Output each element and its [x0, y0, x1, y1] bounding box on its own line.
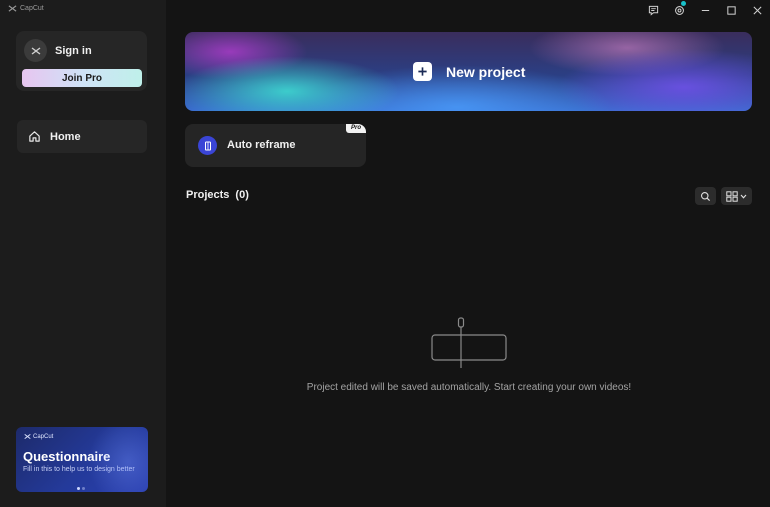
settings-icon — [674, 5, 684, 15]
promo-brand-label: CapCut — [33, 433, 54, 440]
settings-button[interactable] — [666, 0, 692, 20]
feedback-button[interactable] — [640, 0, 666, 20]
close-button[interactable] — [744, 0, 770, 20]
sidebar-item-home[interactable]: Home — [17, 120, 147, 153]
promo-text: Fill in this to help us to design better — [23, 466, 135, 473]
new-project-content: New project — [413, 62, 525, 81]
app-logo: CapCut — [8, 4, 44, 13]
pro-badge: Pro — [346, 124, 366, 133]
questionnaire-banner[interactable]: CapCut Questionnaire Fill in this to hel… — [16, 427, 148, 492]
promo-brand: CapCut — [24, 433, 53, 440]
sidebar: CapCut Sign in Join Pro Home CapCut Ques… — [0, 0, 166, 507]
window-controls — [640, 0, 770, 20]
app-name: CapCut — [20, 5, 44, 12]
maximize-button[interactable] — [718, 0, 744, 20]
avatar — [24, 39, 47, 62]
projects-title: Projects — [186, 189, 230, 201]
sign-in-label: Sign in — [55, 44, 92, 57]
minimize-button[interactable] — [692, 0, 718, 20]
auto-reframe-label: Auto reframe — [227, 139, 296, 151]
search-icon — [701, 191, 711, 201]
carousel-dot[interactable] — [82, 487, 85, 490]
sign-in-button[interactable]: Sign in — [24, 39, 92, 62]
join-pro-button[interactable]: Join Pro — [22, 69, 142, 87]
auto-reframe-icon — [198, 136, 217, 155]
search-projects-button[interactable] — [695, 187, 716, 205]
empty-projects-message: Project edited will be saved automatical… — [306, 382, 632, 393]
carousel-dot[interactable] — [77, 487, 80, 490]
new-project-label: New project — [446, 63, 526, 80]
projects-header: Projects (0) — [186, 189, 249, 201]
empty-projects-illustration — [431, 317, 507, 368]
feedback-icon — [648, 5, 658, 16]
sidebar-item-label: Home — [50, 130, 81, 143]
minimize-icon — [701, 9, 709, 11]
capcut-logo-icon — [8, 5, 17, 12]
carousel-dots[interactable] — [77, 487, 85, 490]
capcut-logo-icon — [31, 46, 40, 55]
notification-dot — [681, 1, 686, 6]
account-card: Sign in Join Pro — [16, 31, 147, 91]
chevron-down-icon — [740, 194, 747, 199]
home-icon — [29, 131, 40, 142]
maximize-icon — [726, 5, 736, 15]
auto-reframe-tool[interactable]: Auto reframe Pro — [185, 124, 366, 167]
promo-title: Questionnaire — [23, 449, 111, 464]
grid-view-icon — [726, 190, 738, 202]
close-icon — [752, 5, 762, 15]
projects-count: (0) — [235, 189, 249, 201]
view-mode-dropdown[interactable] — [721, 187, 752, 205]
capcut-logo-icon — [24, 434, 31, 439]
new-project-button[interactable]: New project — [185, 32, 752, 111]
plus-icon — [413, 62, 432, 81]
